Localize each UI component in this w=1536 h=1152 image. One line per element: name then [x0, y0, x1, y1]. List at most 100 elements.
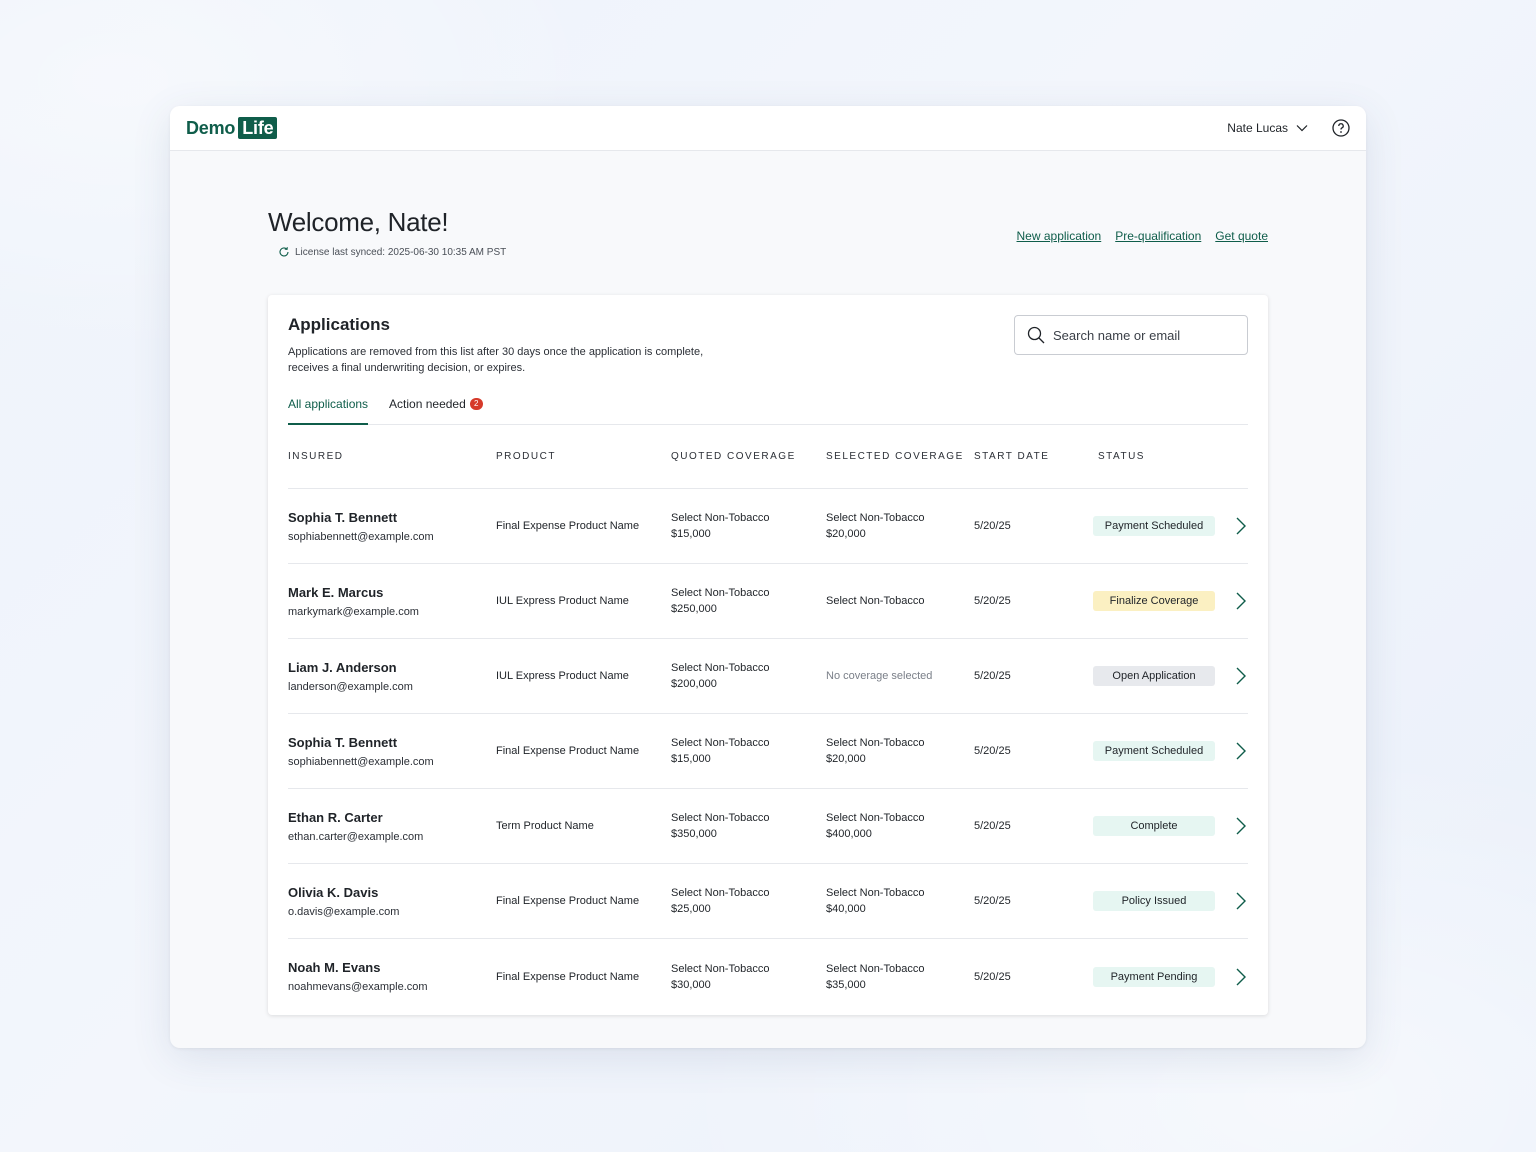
quoted-plan: Select Non-Tobacco: [671, 587, 770, 599]
insured-cell: Ethan R. Carter ethan.carter@example.com: [288, 810, 496, 843]
selected-coverage-cell: Select Non-Tobacco $40,000: [826, 885, 974, 917]
quoted-amount: $200,000: [671, 678, 717, 690]
row-open-button[interactable]: [1218, 891, 1248, 911]
selected-coverage-cell: Select Non-Tobacco $20,000: [826, 510, 974, 542]
tab-all-applications-label: All applications: [288, 397, 369, 411]
quoted-plan: Select Non-Tobacco: [671, 887, 770, 899]
chevron-right-icon: [1236, 517, 1246, 535]
table-row[interactable]: Sophia T. Bennett sophiabennett@example.c…: [288, 714, 1248, 789]
insured-name: Mark E. Marcus: [288, 584, 384, 600]
tab-action-needed[interactable]: Action needed 2: [389, 393, 483, 425]
table-row[interactable]: Olivia K. Davis o.davis@example.com Final …: [288, 864, 1248, 939]
product-cell: Term Product Name: [496, 820, 594, 832]
product-cell: IUL Express Product Name: [496, 670, 629, 682]
status-badge: Policy Issued: [1093, 891, 1215, 911]
tab-all-applications[interactable]: All applications: [288, 393, 369, 425]
table-row[interactable]: Noah M. Evans noahmevans@example.com Final…: [288, 939, 1248, 1014]
status-cell: Finalize Coverage: [1090, 591, 1218, 611]
user-name: Nate Lucas: [1227, 121, 1288, 135]
help-circle-icon[interactable]: [1332, 119, 1350, 137]
quoted-coverage-cell: Select Non-Tobacco $30,000: [671, 961, 826, 993]
product-cell: IUL Express Product Name: [496, 595, 629, 607]
product-cell: Final Expense Product Name: [496, 895, 640, 907]
table-row[interactable]: Mark E. Marcus markymark@example.com IUL E…: [288, 564, 1248, 639]
insured-email: markymark@example.com: [288, 605, 419, 618]
logo[interactable]: Demo Life: [186, 117, 278, 139]
applications-table: Insured Product Quoted coverage Selected…: [288, 425, 1248, 1014]
tab-action-needed-label: Action needed: [389, 397, 466, 411]
sync-icon: [279, 247, 289, 257]
selected-coverage-cell: Select Non-Tobacco $400,000: [826, 810, 974, 842]
insured-name: Ethan R. Carter: [288, 809, 383, 825]
selected-plan: Select Non-Tobacco: [826, 962, 925, 975]
license-sync-status: License last synced: 2025-06-30 10:35 AM…: [278, 246, 506, 258]
quoted-coverage-cell: Select Non-Tobacco $200,000: [671, 660, 826, 692]
quoted-coverage-cell: Select Non-Tobacco $350,000: [671, 810, 826, 842]
user-menu[interactable]: Nate Lucas: [1227, 121, 1308, 135]
selected-plan: Select Non-Tobacco: [826, 887, 925, 899]
selected-coverage-cell: Select Non-Tobacco $35,000: [826, 961, 974, 993]
quoted-coverage-cell: Select Non-Tobacco $25,000: [671, 885, 826, 917]
quoted-amount: $30,000: [671, 978, 711, 991]
row-open-button[interactable]: [1218, 591, 1248, 611]
selected-coverage-cell: Select Non-Tobacco $20,000: [826, 735, 974, 767]
insured-name: Noah M. Evans: [288, 960, 381, 975]
start-date-cell: 5/20/25: [974, 970, 1011, 983]
search-input[interactable]: [1053, 327, 1233, 343]
quoted-amount: $15,000: [671, 753, 711, 765]
insured-cell: Liam J. Anderson landerson@example.com: [288, 660, 496, 693]
selected-amount: $35,000: [826, 978, 866, 991]
selected-amount: $40,000: [826, 903, 866, 915]
row-open-button[interactable]: [1218, 666, 1248, 686]
row-open-button[interactable]: [1218, 816, 1248, 836]
chevron-right-icon: [1236, 892, 1246, 910]
row-open-button[interactable]: [1218, 967, 1248, 987]
insured-cell: Sophia T. Bennett sophiabennett@example.c…: [288, 510, 496, 543]
status-badge: Payment Scheduled: [1093, 741, 1215, 761]
status-badge: Open Application: [1093, 666, 1215, 686]
quoted-amount: $350,000: [671, 828, 717, 840]
insured-name: Sophia T. Bennett: [288, 734, 398, 750]
status-badge: Payment Scheduled: [1093, 516, 1215, 536]
quoted-plan: Select Non-Tobacco: [671, 812, 770, 824]
logo-demo: Demo: [186, 117, 236, 138]
chevron-right-icon: [1236, 592, 1246, 610]
selected-coverage-cell: Select Non-Tobacco: [826, 593, 974, 609]
quoted-plan: Select Non-Tobacco: [671, 662, 770, 674]
insured-cell: Olivia K. Davis o.davis@example.com: [288, 885, 496, 918]
row-open-button[interactable]: [1218, 741, 1248, 761]
column-header-status: Status: [1098, 451, 1145, 462]
column-header-selected-coverage: Selected coverage: [826, 451, 964, 462]
selected-plan: Select Non-Tobacco: [826, 737, 925, 749]
quoted-coverage-cell: Select Non-Tobacco $250,000: [671, 585, 826, 617]
app-window: Demo Life Nate Lucas Welcome, Nate! Lice…: [170, 106, 1366, 1048]
product-cell: Final Expense Product Name: [496, 520, 640, 532]
table-row[interactable]: Sophia T. Bennett sophiabennett@example.c…: [288, 489, 1248, 564]
insured-email: landerson@example.com: [288, 680, 413, 693]
applications-title: Applications: [288, 315, 391, 334]
start-date-cell: 5/20/25: [974, 895, 1011, 907]
product-cell: Final Expense Product Name: [496, 745, 640, 757]
table-row[interactable]: Ethan R. Carter ethan.carter@example.com T…: [288, 789, 1248, 864]
column-header-start-date: Start date: [974, 451, 1050, 462]
status-badge: Finalize Coverage: [1093, 591, 1215, 611]
row-open-button[interactable]: [1218, 516, 1248, 536]
get-quote-link[interactable]: Get quote: [1215, 229, 1268, 243]
search-icon: [1027, 326, 1045, 344]
selected-plan: Select Non-Tobacco: [826, 595, 925, 607]
status-badge: Complete: [1093, 816, 1215, 836]
insured-email: noahmevans@example.com: [288, 981, 428, 993]
quoted-coverage-cell: Select Non-Tobacco $15,000: [671, 735, 826, 767]
chevron-right-icon: [1236, 968, 1246, 985]
page-title: Welcome, Nate!: [268, 207, 449, 237]
selected-coverage-cell: No coverage selected: [826, 668, 974, 684]
search-box[interactable]: [1014, 315, 1248, 355]
selected-plan: Select Non-Tobacco: [826, 512, 925, 524]
pre-qualification-link[interactable]: Pre-qualification: [1115, 229, 1201, 243]
new-application-link[interactable]: New application: [1017, 229, 1102, 243]
chevron-right-icon: [1236, 817, 1246, 835]
start-date-cell: 5/20/25: [974, 670, 1011, 682]
table-row[interactable]: Liam J. Anderson landerson@example.com IUL…: [288, 639, 1248, 714]
status-cell: Open Application: [1090, 666, 1218, 686]
action-needed-count-badge: 2: [469, 398, 483, 410]
